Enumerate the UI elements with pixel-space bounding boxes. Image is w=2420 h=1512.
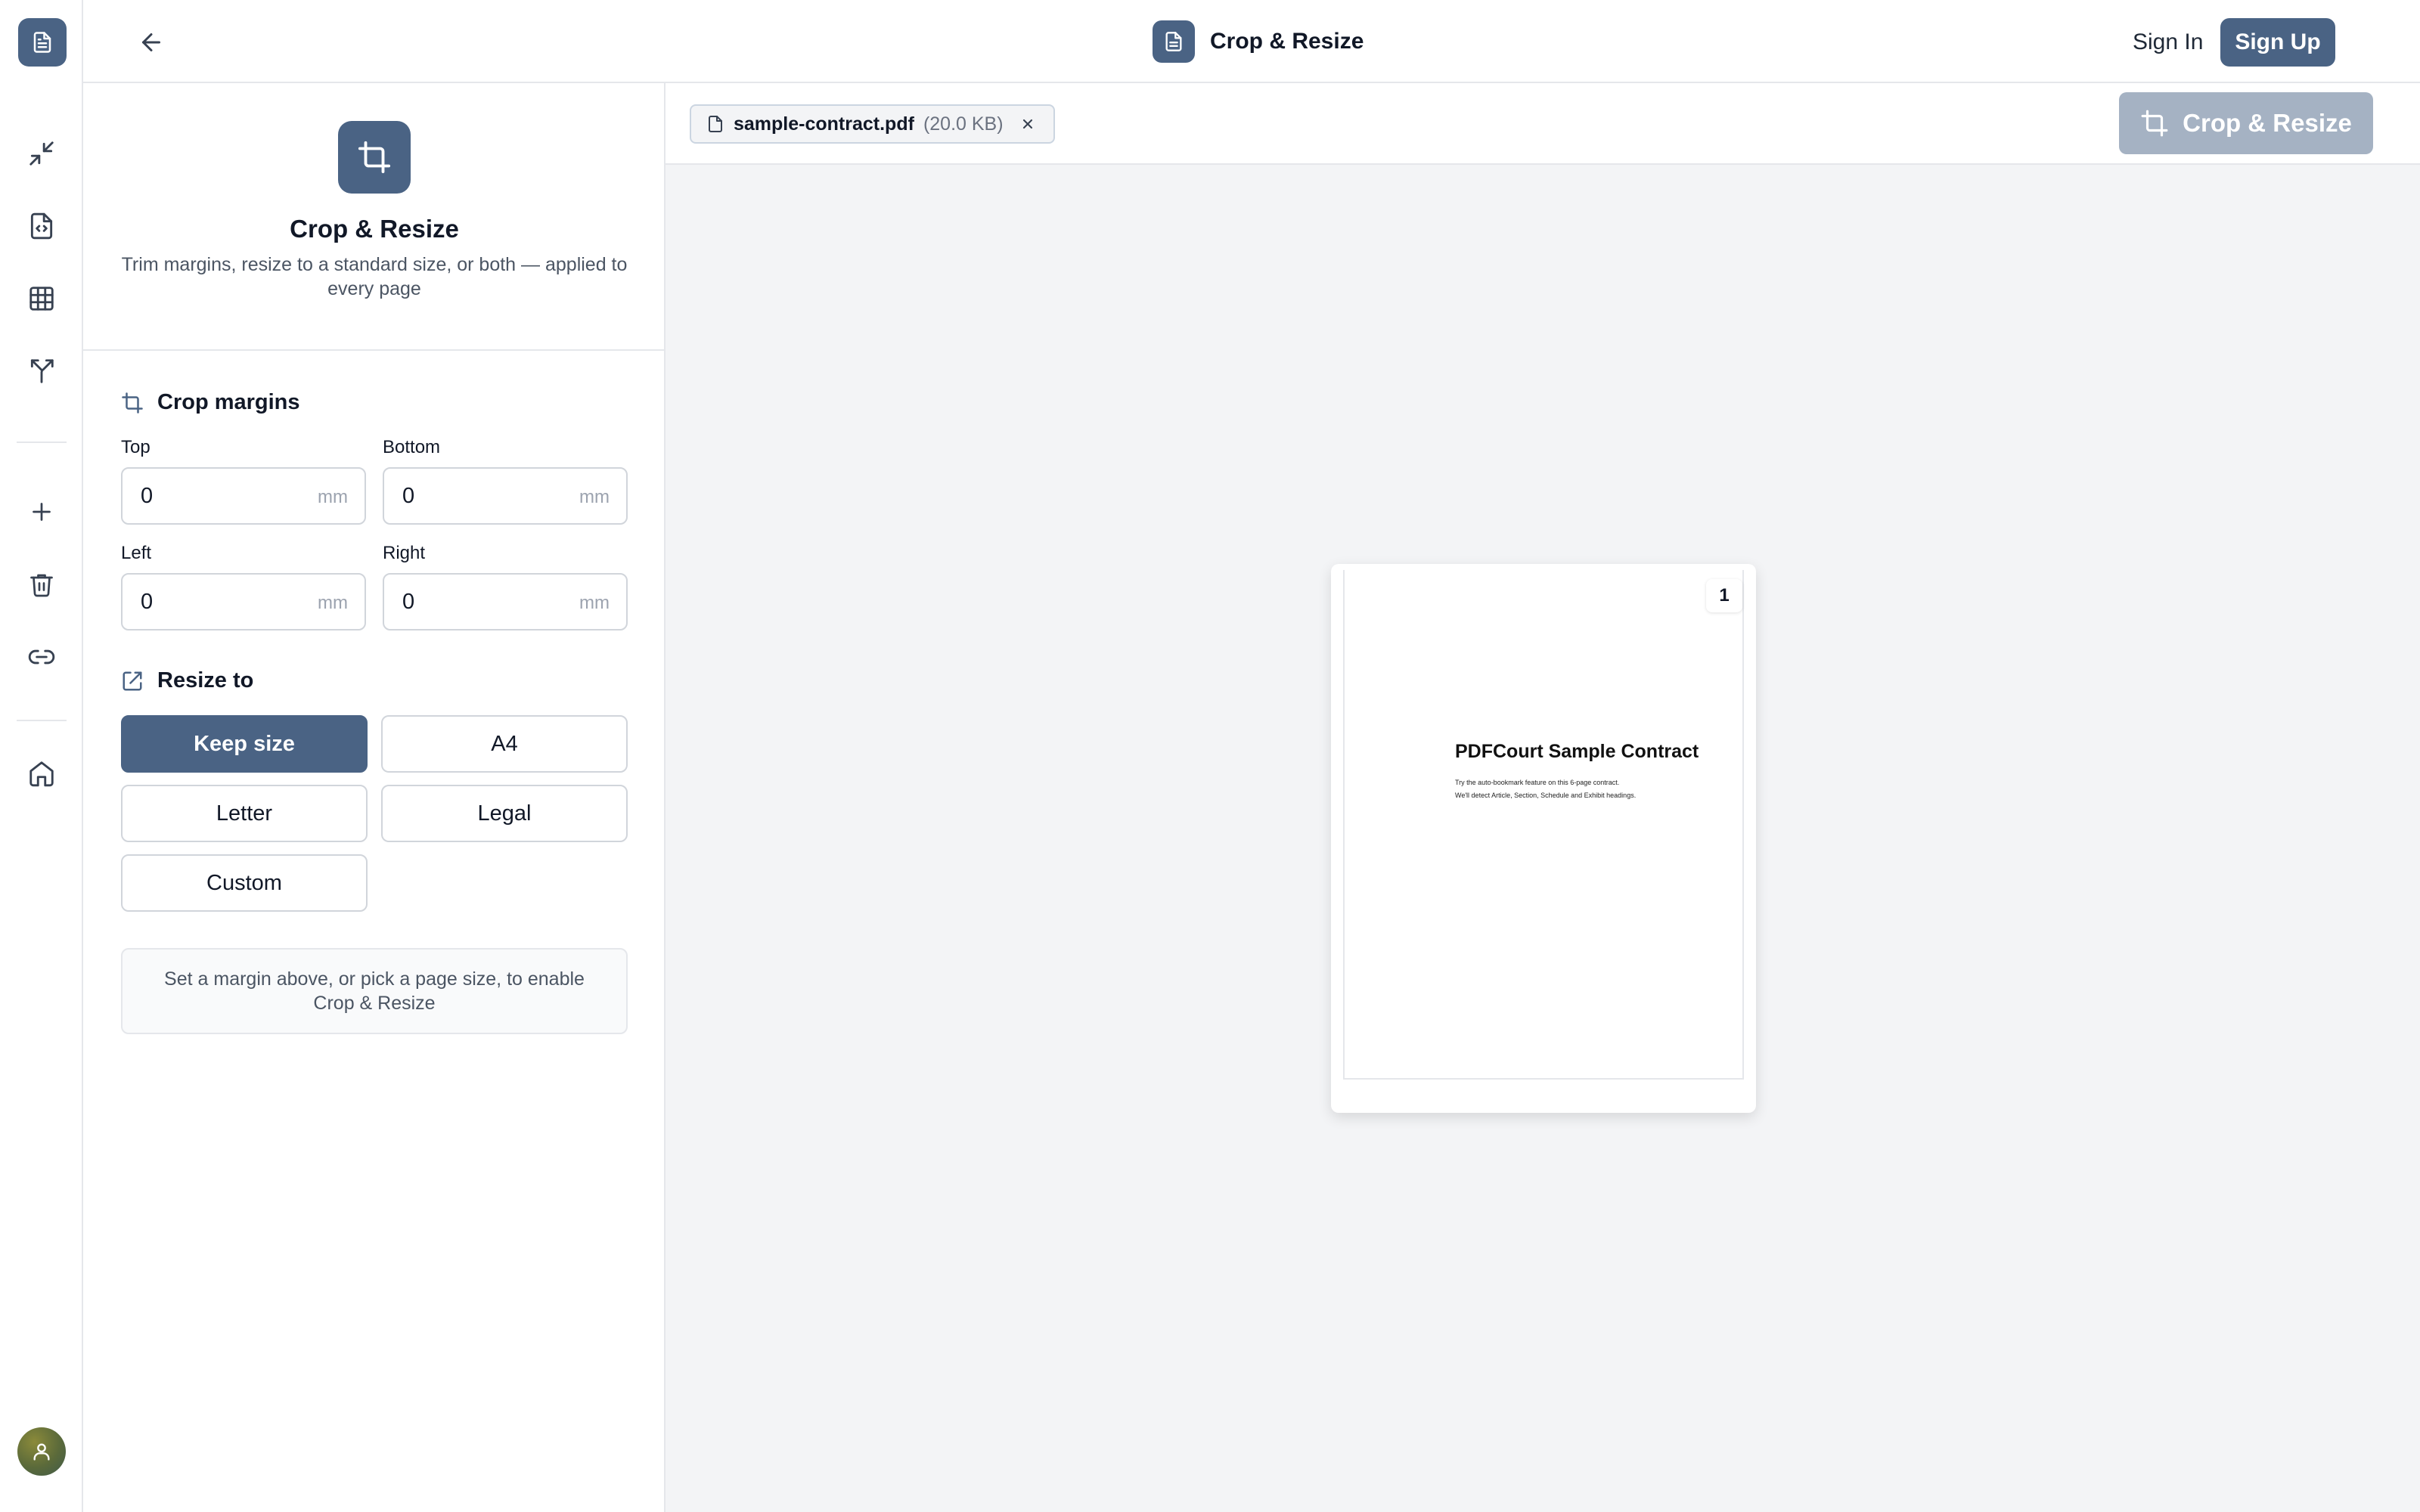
crop-icon [122, 392, 143, 414]
plus-icon [33, 503, 51, 521]
right-margin-input[interactable] [402, 575, 569, 629]
page-title: Crop & Resize [1210, 29, 1364, 54]
page-thumbnail[interactable]: PDFCourt Sample Contract Try the auto-bo… [1331, 564, 1756, 1113]
page-title-group: Crop & Resize [1153, 20, 1364, 63]
page-number-badge: 1 [1706, 579, 1742, 612]
code-file-icon [30, 212, 53, 240]
file-chip: sample-contract.pdf (20.0 KB) [690, 104, 1055, 144]
top-label: Top [121, 437, 150, 457]
crop-icon [358, 141, 391, 174]
page-content: PDFCourt Sample Contract Try the auto-bo… [1343, 570, 1744, 1080]
unit-label: mm [579, 487, 610, 507]
top-margin-input[interactable] [141, 469, 307, 523]
resize-icon [123, 671, 142, 690]
rail-code-file[interactable] [17, 202, 66, 250]
compress-icon [29, 141, 54, 166]
left-margin-input[interactable] [141, 575, 307, 629]
rail-divider [17, 442, 67, 443]
resize-heading: Resize to [121, 668, 253, 693]
file-size: (20.0 KB) [923, 113, 1004, 135]
right-label: Right [383, 543, 426, 563]
document-icon [33, 32, 51, 53]
crop-icon [2141, 110, 2168, 137]
app-logo[interactable] [18, 18, 67, 67]
rail-home[interactable] [17, 749, 66, 798]
size-custom-button[interactable]: Custom [121, 854, 368, 912]
preview-area: sample-contract.pdf (20.0 KB) Crop & Res… [666, 83, 2420, 1512]
title-icon-badge [1153, 20, 1195, 63]
rail-table[interactable] [17, 274, 66, 323]
tool-description: Trim margins, resize to a standard size,… [121, 254, 628, 299]
user-icon [33, 1443, 50, 1461]
file-name: sample-contract.pdf [734, 113, 914, 135]
bottom-margin-input[interactable] [402, 469, 569, 523]
unit-label: mm [318, 593, 348, 613]
remove-file-button[interactable] [1020, 116, 1035, 132]
sign-in-button[interactable]: Sign In [2116, 20, 2220, 65]
back-button[interactable] [127, 18, 175, 67]
crop-margins-label: Crop margins [157, 390, 300, 414]
document-title: PDFCourt Sample Contract [1455, 741, 1699, 762]
top-bar: Crop & Resize Sign In Sign Up [83, 0, 2420, 83]
crop-margins-heading: Crop margins [121, 390, 300, 415]
merge-split-icon [30, 359, 54, 383]
tool-title: Crop & Resize [290, 215, 459, 243]
sign-up-button[interactable]: Sign Up [2220, 18, 2335, 67]
right-margin-field[interactable]: mm [383, 573, 628, 631]
rail-link[interactable] [17, 633, 66, 681]
grid-icon [29, 287, 54, 311]
link-icon [28, 649, 55, 665]
rail-compress[interactable] [17, 129, 66, 178]
left-rail [0, 0, 83, 1512]
file-bar: sample-contract.pdf (20.0 KB) Crop & Res… [666, 83, 2420, 165]
size-letter-button[interactable]: Letter [121, 785, 368, 842]
size-legal-button[interactable]: Legal [381, 785, 628, 842]
bottom-label: Bottom [383, 437, 441, 457]
document-line: We'll detect Article, Section, Schedule … [1455, 792, 1637, 799]
rail-divider [17, 720, 67, 721]
rail-delete[interactable] [17, 560, 66, 609]
close-icon [1022, 119, 1032, 129]
tool-icon-badge [338, 121, 411, 194]
left-margin-field[interactable]: mm [121, 573, 366, 631]
rail-split[interactable] [17, 347, 66, 395]
arrow-left-icon [142, 33, 160, 51]
user-avatar[interactable] [17, 1427, 66, 1476]
tool-header: Crop & Resize Trim margins, resize to a … [83, 83, 664, 351]
options-panel: Crop & Resize Trim margins, resize to a … [83, 83, 666, 1512]
file-icon [709, 116, 722, 132]
top-margin-field[interactable]: mm [121, 467, 366, 525]
home-icon [29, 761, 54, 787]
document-icon [1165, 32, 1182, 51]
size-keep-button[interactable]: Keep size [121, 715, 368, 773]
left-label: Left [121, 543, 152, 563]
unit-label: mm [318, 487, 348, 507]
hint-note: Set a margin above, or pick a page size,… [121, 948, 628, 1034]
bottom-margin-field[interactable]: mm [383, 467, 628, 525]
action-label: Crop & Resize [2183, 109, 2352, 137]
crop-resize-action-button[interactable]: Crop & Resize [2119, 92, 2373, 154]
rail-add[interactable] [17, 488, 66, 536]
document-line: Try the auto-bookmark feature on this 6-… [1455, 779, 1620, 786]
unit-label: mm [579, 593, 610, 613]
size-a4-button[interactable]: A4 [381, 715, 628, 773]
resize-label: Resize to [157, 668, 254, 692]
trash-icon [30, 574, 53, 597]
